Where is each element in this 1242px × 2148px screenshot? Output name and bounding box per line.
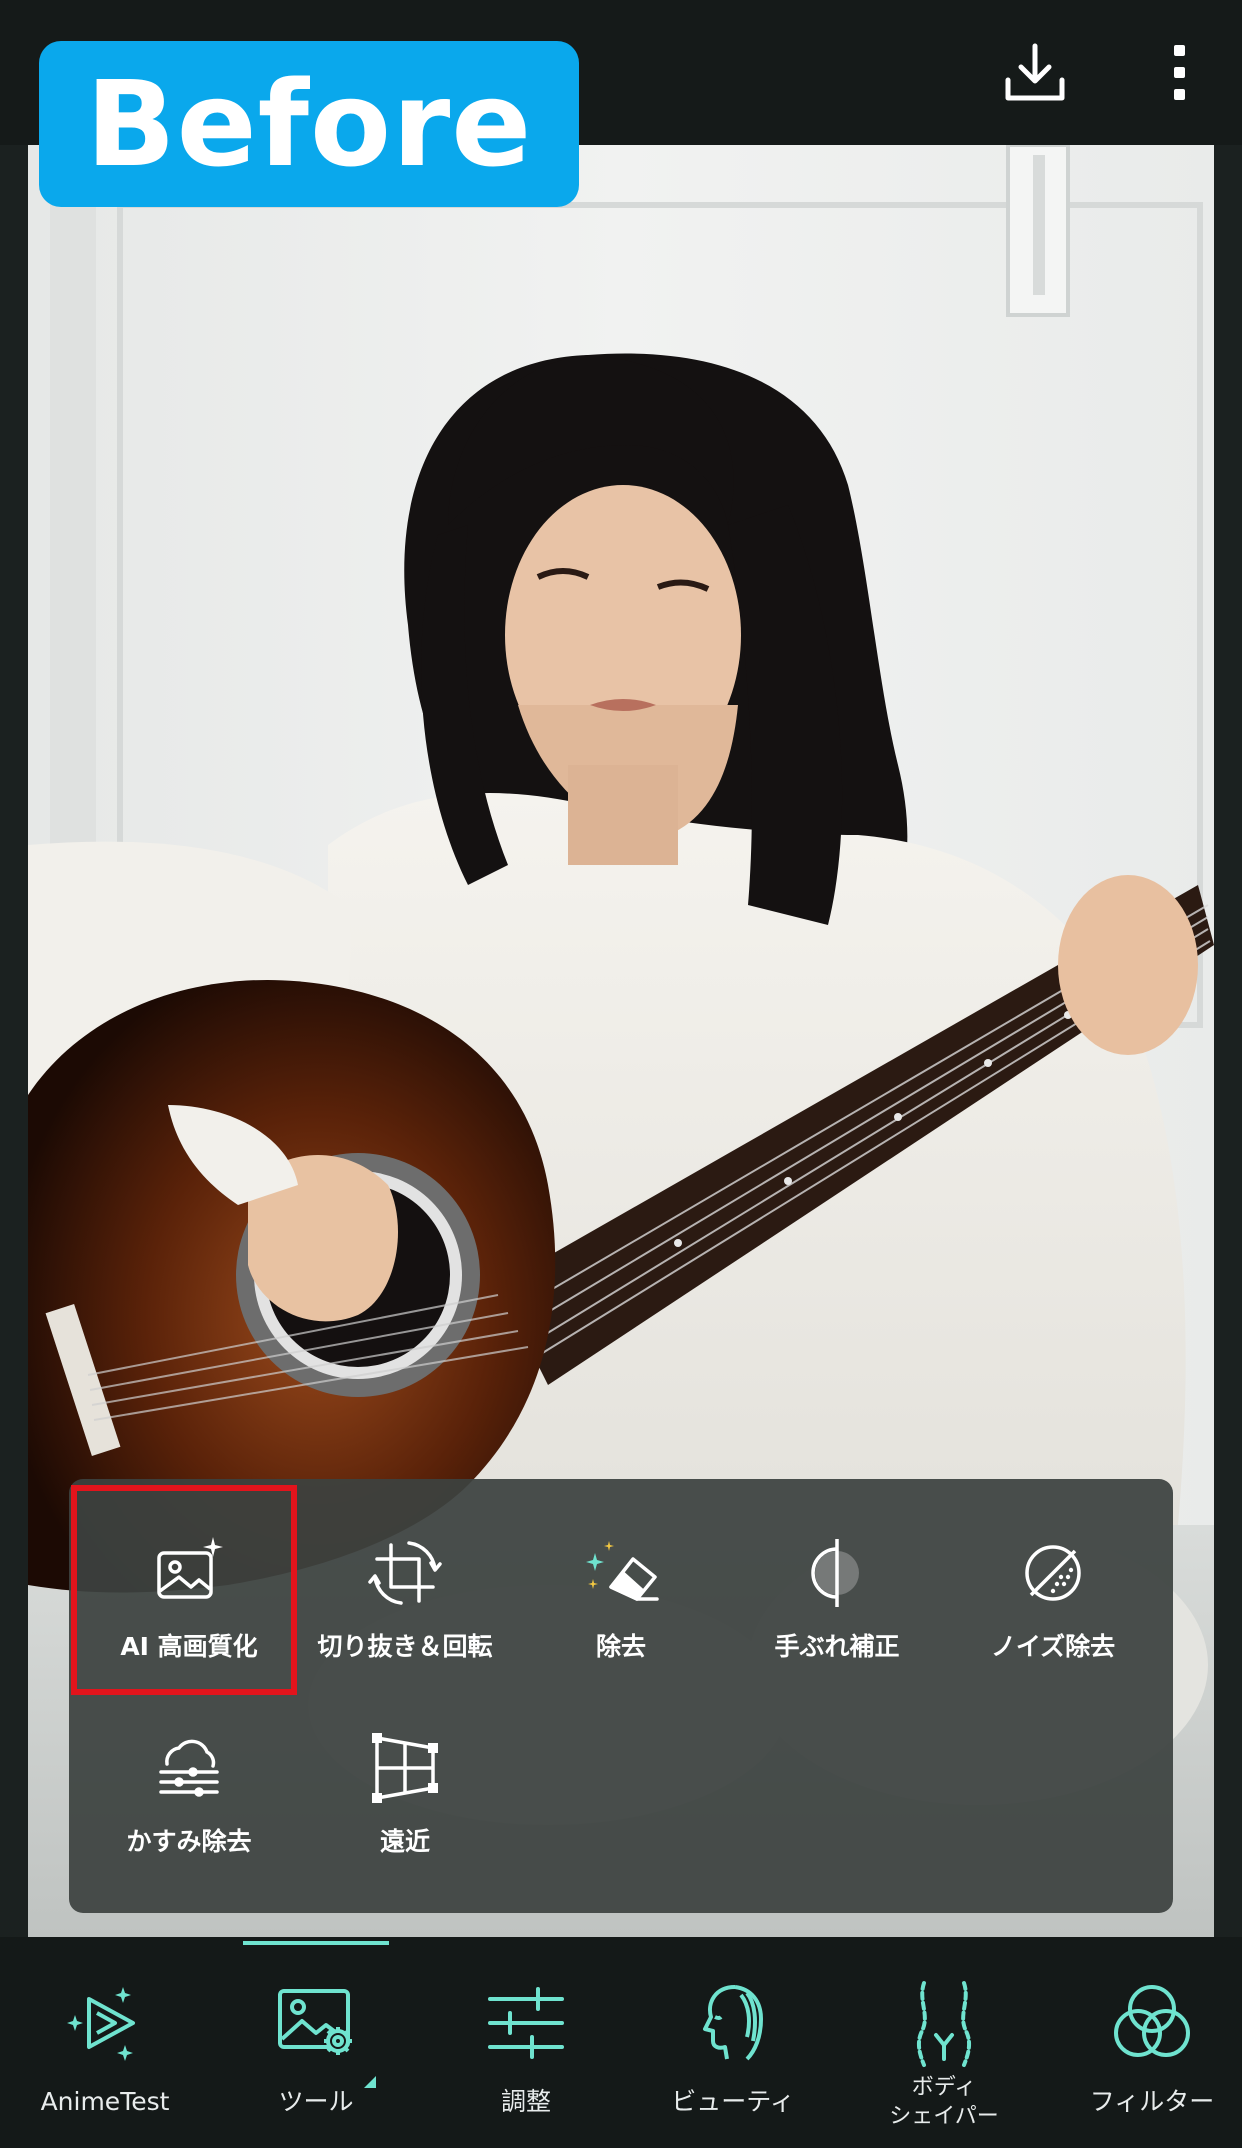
body-shaper-icon	[896, 1975, 992, 2071]
tool-label: 手ぶれ補正	[774, 1632, 900, 1661]
tool-ai-enhance[interactable]: AI 高画質化	[81, 1525, 297, 1695]
tool-denoise[interactable]: ノイズ除去	[945, 1525, 1161, 1695]
face-profile-icon	[685, 1975, 781, 2071]
tool-label: ノイズ除去	[990, 1632, 1116, 1661]
nav-label-line2: シェイパー	[889, 2104, 999, 2129]
tool-label: 除去	[595, 1632, 646, 1661]
nav-label: ボディ シェイパー	[889, 2073, 999, 2131]
active-tab-indicator	[243, 1941, 389, 1945]
denoise-icon	[1013, 1533, 1093, 1613]
nav-tools[interactable]: ツール	[216, 1975, 416, 2135]
tool-stabilize[interactable]: 手ぶれ補正	[729, 1525, 945, 1695]
eraser-icon	[581, 1533, 661, 1613]
nav-label-line1: ボディ	[911, 2075, 977, 2100]
tool-label: かすみ除去	[126, 1827, 252, 1856]
submenu-corner-icon	[364, 2076, 376, 2088]
filter-circles-icon	[1104, 1975, 1200, 2071]
before-badge: Before	[39, 41, 579, 207]
tool-label: 遠近	[379, 1827, 430, 1856]
crop-rotate-icon	[365, 1533, 445, 1613]
image-tools-icon	[268, 1975, 364, 2071]
tool-crop-rotate[interactable]: 切り抜き＆回転	[297, 1525, 513, 1695]
sliders-icon	[478, 1975, 574, 2071]
tool-dehaze[interactable]: かすみ除去	[81, 1720, 297, 1890]
nav-filter[interactable]: フィルター	[1052, 1975, 1242, 2135]
more-vertical-icon[interactable]	[1145, 38, 1215, 108]
tool-perspective[interactable]: 遠近	[297, 1720, 513, 1890]
nav-adjust[interactable]: 調整	[426, 1975, 626, 2135]
nav-beauty[interactable]: ビューティ	[633, 1975, 833, 2135]
tool-label: AI 高画質化	[120, 1632, 258, 1661]
dehaze-icon	[149, 1728, 229, 1808]
tool-label: 切り抜き＆回転	[317, 1632, 493, 1661]
nav-label: ツール	[278, 2087, 354, 2116]
nav-label: フィルター	[1089, 2087, 1215, 2116]
perspective-icon	[365, 1728, 445, 1808]
nav-label: ビューティ	[671, 2087, 795, 2116]
nav-label: AnimeTest	[40, 2087, 170, 2116]
stabilize-icon	[797, 1533, 877, 1613]
anime-play-icon	[57, 1975, 153, 2071]
download-icon[interactable]	[1000, 38, 1070, 108]
tool-remove[interactable]: 除去	[513, 1525, 729, 1695]
nav-anime-test[interactable]: AnimeTest	[5, 1975, 205, 2135]
ai-enhance-icon	[149, 1533, 229, 1613]
nav-label: 調整	[500, 2087, 551, 2116]
nav-body-shaper[interactable]: ボディ シェイパー	[844, 1975, 1044, 2135]
